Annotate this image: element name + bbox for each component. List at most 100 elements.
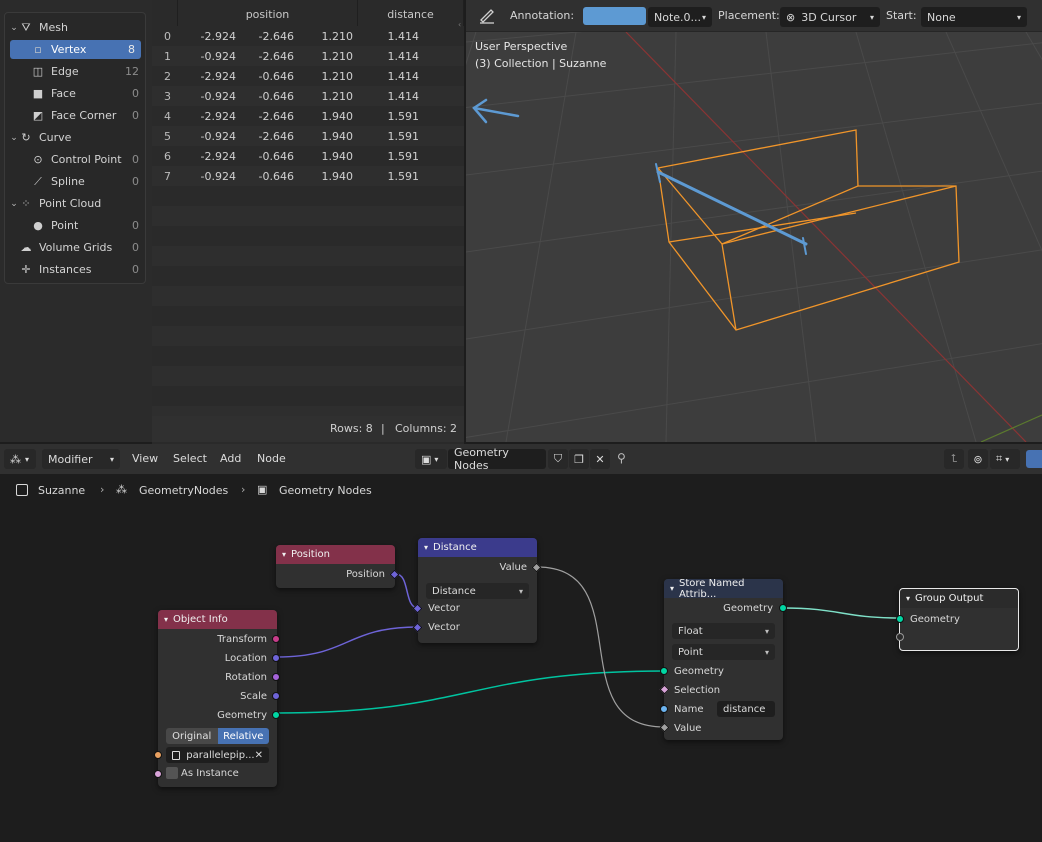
domain-item-curve[interactable]: ⌄ ↻ Curve bbox=[5, 128, 145, 147]
domain-item-mesh[interactable]: ⌄ ⛛ Mesh bbox=[5, 18, 145, 37]
rotation-socket-icon[interactable] bbox=[272, 673, 280, 681]
table-row[interactable]: 3 -0.924 -0.646 1.210 1.414 bbox=[152, 86, 464, 106]
node-tree-browse-button[interactable]: ▣ ▾ bbox=[415, 449, 447, 469]
vector-socket-icon[interactable] bbox=[272, 692, 280, 700]
domain-label: Curve bbox=[39, 131, 72, 144]
data-type-dropdown[interactable]: Float ▾ bbox=[672, 623, 775, 639]
domain-item-point-cloud[interactable]: ⌄ ⁘ Point Cloud bbox=[5, 194, 145, 213]
column-header-distance[interactable]: distance bbox=[358, 4, 463, 24]
option-original[interactable]: Original bbox=[166, 728, 218, 744]
annotation-color-swatch[interactable] bbox=[583, 7, 646, 25]
mesh-icon: ⛛ bbox=[21, 20, 31, 34]
close-icon[interactable]: ✕ bbox=[255, 750, 263, 761]
as-instance-checkbox[interactable] bbox=[166, 767, 178, 779]
chevron-down-icon[interactable]: ⌄ bbox=[9, 133, 19, 143]
domain-item-point[interactable]: ● Point 0 bbox=[5, 216, 145, 235]
table-row[interactable]: 7 -0.924 -0.646 1.940 1.591 bbox=[152, 166, 464, 186]
editor-context-dropdown[interactable]: Modifier ▾ bbox=[42, 449, 120, 469]
overlays-toggle[interactable] bbox=[1026, 450, 1042, 468]
domain-label: Face bbox=[51, 87, 76, 100]
editor-type-button[interactable]: ⁂ ▾ bbox=[4, 449, 36, 469]
close-icon[interactable]: ✕ bbox=[590, 449, 610, 469]
view-perspective-label: User Perspective bbox=[475, 40, 568, 53]
annotate-pen-icon[interactable] bbox=[478, 6, 498, 26]
empty-socket-icon[interactable] bbox=[896, 633, 904, 641]
node-header[interactable]: ▾ Object Info bbox=[158, 610, 277, 629]
menu-node[interactable]: Node bbox=[249, 452, 294, 465]
cell-z: 1.940 bbox=[321, 130, 354, 143]
socket-value-in: Value bbox=[674, 722, 702, 734]
domain-item-volume-grids[interactable]: ☁ Volume Grids 0 bbox=[5, 238, 145, 257]
domain-count: 0 bbox=[132, 219, 139, 232]
chevron-down-icon[interactable]: ⌄ bbox=[9, 199, 19, 209]
pin-icon[interactable]: ⚲ bbox=[617, 451, 626, 465]
attribute-name-field[interactable]: distance bbox=[717, 701, 775, 717]
menu-view[interactable]: View bbox=[124, 452, 166, 465]
geometry-socket-icon[interactable] bbox=[779, 604, 787, 612]
3d-viewport[interactable]: User Perspective (3) Collection | Suzann… bbox=[466, 0, 1042, 442]
annotation-toolbar: Annotation: Note.0... ▾ Placement: ⊗ 3D C… bbox=[466, 0, 1042, 32]
table-row[interactable]: 5 -0.924 -2.646 1.940 1.591 bbox=[152, 126, 464, 146]
duplicate-icon[interactable]: ❐ bbox=[569, 449, 589, 469]
domain-item-instances[interactable]: ✛ Instances 0 bbox=[5, 260, 145, 279]
y-axis-line bbox=[980, 414, 1042, 442]
cell-y: -2.646 bbox=[258, 50, 294, 63]
node-header[interactable]: ▾ Distance bbox=[418, 538, 537, 557]
domain-item-edge[interactable]: ◫ Edge 12 bbox=[5, 62, 145, 81]
geometry-socket-icon[interactable] bbox=[272, 711, 280, 719]
node-distance[interactable]: ▾ Distance Value Distance ▾ Vector Vector bbox=[412, 538, 542, 643]
row-stripe bbox=[152, 266, 464, 286]
table-row[interactable]: 4 -2.924 -2.646 1.940 1.591 bbox=[152, 106, 464, 126]
cell-d: 1.414 bbox=[387, 30, 420, 43]
cell-y: -0.646 bbox=[258, 90, 294, 103]
domain-dropdown[interactable]: Point ▾ bbox=[672, 644, 775, 660]
domain-item-control-point[interactable]: ⊙ Control Point 0 bbox=[5, 150, 145, 169]
point-icon: ● bbox=[33, 219, 43, 232]
menu-select[interactable]: Select bbox=[165, 452, 215, 465]
node-store-named-attribute[interactable]: ▾ Store Named Attrib... Geometry Float ▾ P… bbox=[659, 578, 787, 740]
domain-item-vertex[interactable]: ▫ Vertex 8 bbox=[10, 40, 141, 59]
object-socket-icon[interactable] bbox=[154, 751, 162, 759]
table-row[interactable]: 6 -2.924 -0.646 1.940 1.591 bbox=[152, 146, 464, 166]
matrix-socket-icon[interactable] bbox=[272, 635, 280, 643]
boolean-socket-icon[interactable] bbox=[154, 770, 162, 778]
geometry-socket-icon[interactable] bbox=[660, 667, 668, 675]
snap-icon[interactable]: ⌗ ▾ bbox=[990, 449, 1020, 469]
overlay-icon[interactable]: ⊚ bbox=[968, 449, 988, 469]
node-group-output[interactable]: ▾ Group Output Geometry bbox=[896, 588, 1019, 651]
table-row[interactable]: 1 -0.924 -2.646 1.210 1.414 bbox=[152, 46, 464, 66]
node-title: Distance bbox=[433, 542, 477, 553]
object-picker-field[interactable]: parallelepip... ✕ bbox=[166, 747, 269, 763]
parent-node-tree-icon[interactable]: ⮤ bbox=[944, 449, 964, 469]
row-index: 4 bbox=[164, 110, 171, 123]
vector-socket-icon[interactable] bbox=[272, 654, 280, 662]
table-row[interactable]: 0 -2.924 -2.646 1.210 1.414 bbox=[152, 26, 464, 46]
cell-d: 1.414 bbox=[387, 90, 420, 103]
node-header[interactable]: ▾ Store Named Attrib... bbox=[664, 578, 783, 600]
note-layer-dropdown[interactable]: Note.0... ▾ bbox=[648, 7, 712, 27]
domain-item-face[interactable]: ■ Face 0 bbox=[5, 84, 145, 103]
geometry-socket-icon[interactable] bbox=[896, 615, 904, 623]
domain-item-face-corner[interactable]: ◩ Face Corner 0 bbox=[5, 106, 145, 125]
menu-add[interactable]: Add bbox=[212, 452, 249, 465]
option-relative[interactable]: Relative bbox=[217, 728, 269, 744]
distance-mode-dropdown[interactable]: Distance ▾ bbox=[426, 583, 529, 599]
start-dropdown[interactable]: None ▾ bbox=[921, 7, 1027, 27]
node-object-info[interactable]: ▾ Object Info Transform Location Rotation… bbox=[154, 610, 280, 787]
column-header-position[interactable]: position bbox=[178, 4, 357, 24]
domain-label: Point Cloud bbox=[39, 197, 102, 210]
string-socket-icon[interactable] bbox=[660, 705, 668, 713]
placement-dropdown[interactable]: ⊗ 3D Cursor ▾ bbox=[780, 7, 880, 27]
node-header[interactable]: ▾ Position bbox=[276, 545, 395, 564]
dropdown-value: Float bbox=[678, 625, 703, 637]
node-tree-name-field[interactable]: Geometry Nodes bbox=[448, 446, 546, 472]
node-canvas[interactable]: Suzanne › ⁂ GeometryNodes › ▣ Geometry N… bbox=[0, 474, 1042, 842]
spreadsheet-footer: Rows: 8 | Columns: 2 bbox=[152, 416, 464, 442]
node-position[interactable]: ▾ Position Position bbox=[276, 545, 400, 588]
table-row[interactable]: 2 -2.924 -0.646 1.210 1.414 bbox=[152, 66, 464, 86]
node-header[interactable]: ▾ Group Output bbox=[900, 589, 1018, 608]
fake-user-shield-icon[interactable]: ⛉ bbox=[548, 449, 568, 469]
domain-item-spline[interactable]: ⟋ Spline 0 bbox=[5, 172, 145, 191]
panel-collapse-handle[interactable]: ‹ bbox=[458, 20, 464, 30]
chevron-down-icon[interactable]: ⌄ bbox=[9, 23, 19, 33]
